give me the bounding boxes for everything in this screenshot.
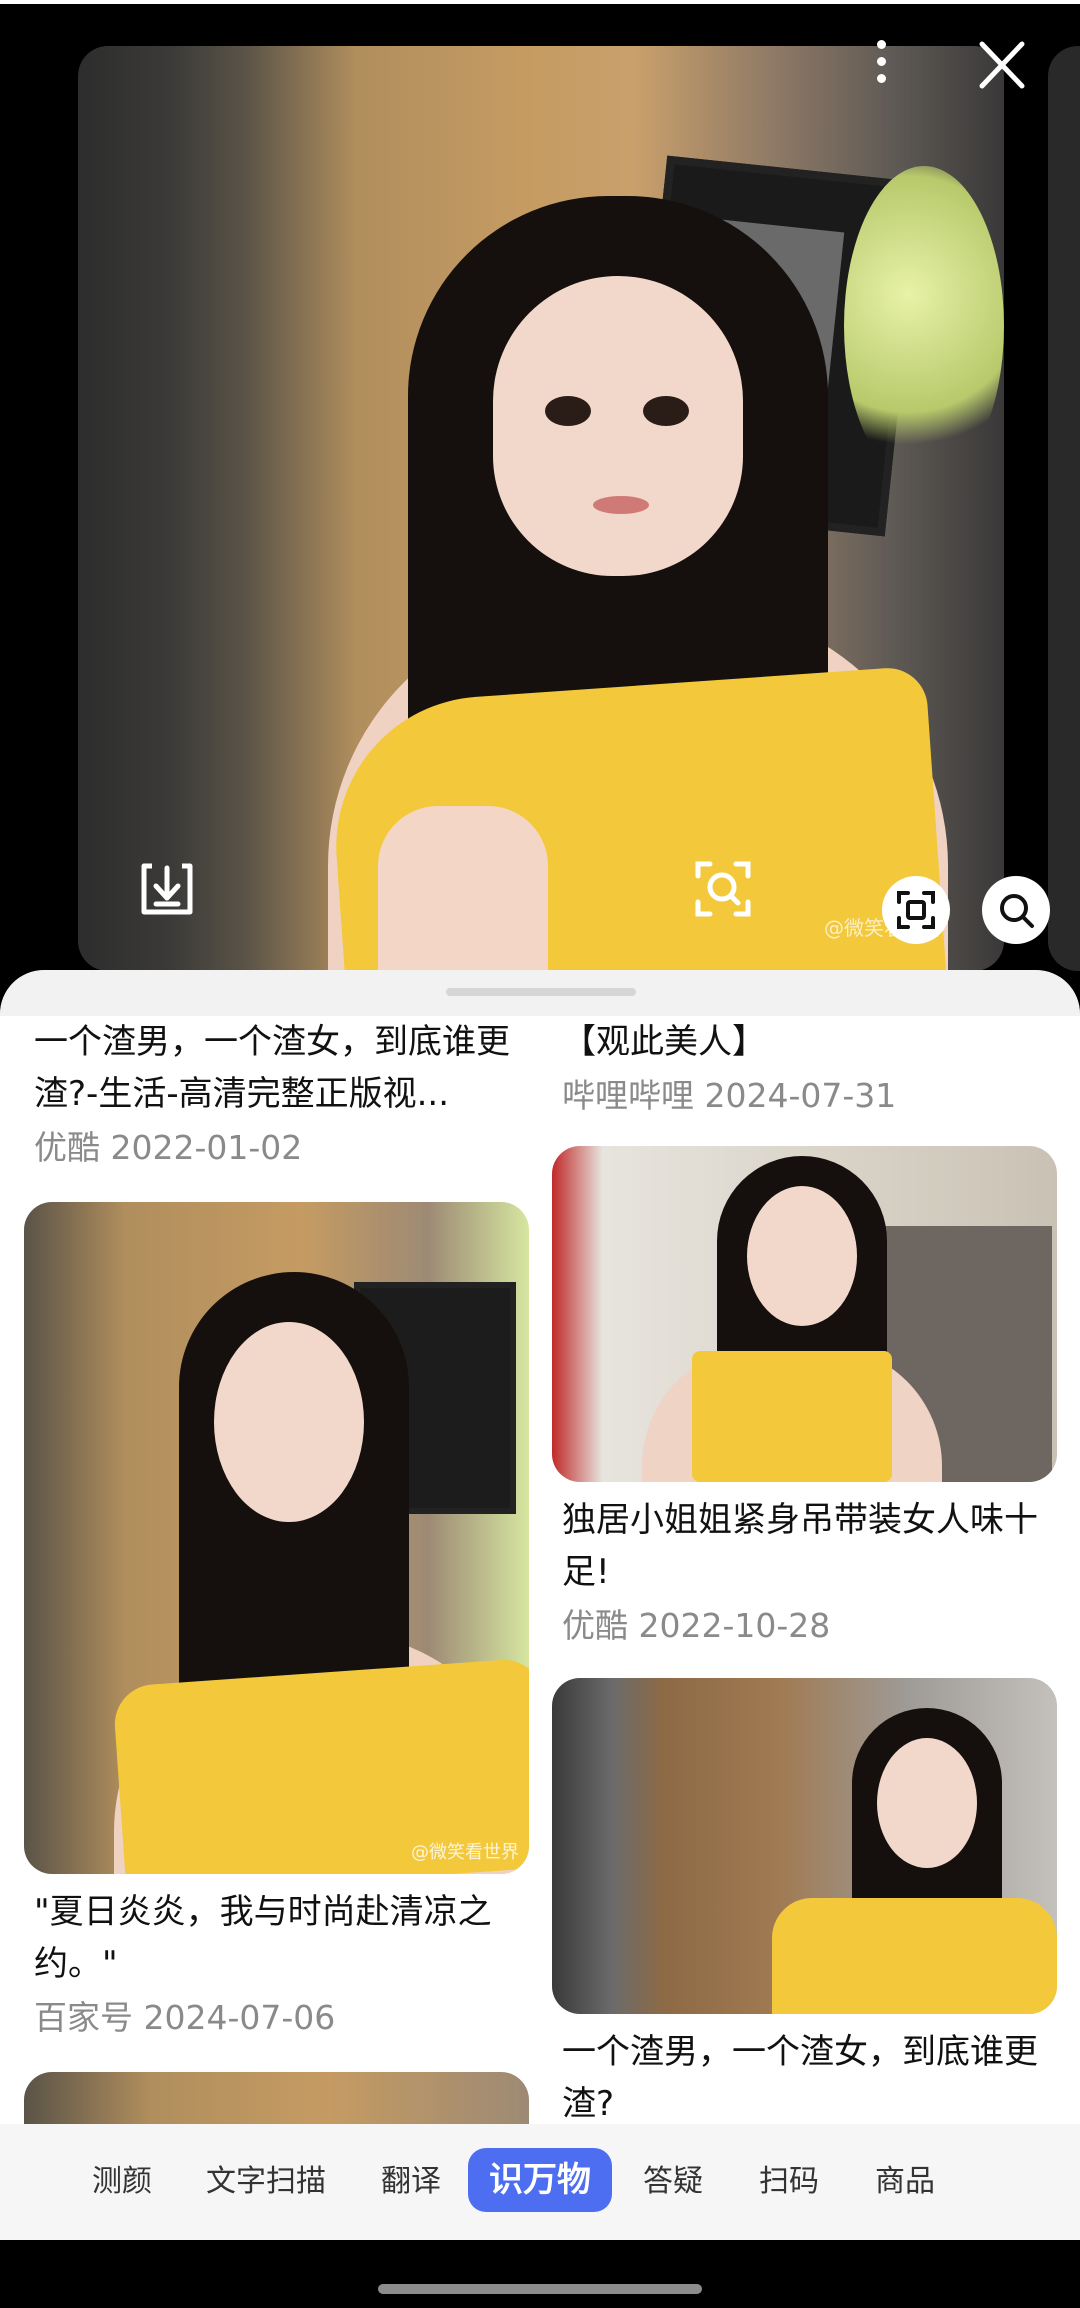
next-image-edge[interactable] [1048, 46, 1080, 971]
image-preview: @微笑看世界 [0, 0, 1080, 1000]
result-thumbnail[interactable] [552, 1678, 1057, 2014]
result-card[interactable]: @微笑看世界 "夏日炎炎，我与时尚赴清凉之约。" 百家号 2024-07-06 [24, 1202, 529, 2042]
status-line [0, 0, 1080, 4]
result-title: 独居小姐姐紧身吊带装女人味十足! [562, 1500, 1038, 1592]
result-date: 2022-10-28 [638, 1606, 831, 1645]
tab-identify-all[interactable]: 识万物 [468, 2148, 612, 2212]
result-source: 优酷 [562, 1606, 628, 1645]
result-source: 优酷 [34, 1128, 100, 1167]
tab-scan-code[interactable]: 扫码 [744, 2154, 834, 2210]
result-meta: 百家号 2024-07-06 [34, 1994, 519, 2042]
flowers [844, 166, 1004, 486]
tab-face-score[interactable]: 测颜 [76, 2154, 168, 2210]
result-title: 【观此美人】 [562, 1022, 766, 1062]
result-card[interactable]: 一个渣男，一个渣女，到底谁更渣?-生活-高清完整正版视... 优酷 2022-0… [24, 1016, 529, 1172]
result-card[interactable]: 【观此美人】 哔哩哔哩 2024-07-31 [552, 1016, 1057, 1120]
mode-tab-bar: 测颜 文字扫描 翻译 识万物 答疑 扫码 商品 [0, 2124, 1080, 2240]
result-title: 一个渣男，一个渣女，到底谁更渣? [562, 2032, 1038, 2124]
close-icon[interactable] [972, 38, 1032, 92]
result-meta: 优酷 2022-01-02 [34, 1124, 519, 1172]
search-icon [1000, 894, 1034, 928]
search-button[interactable] [982, 876, 1050, 944]
result-date: 2024-07-31 [704, 1076, 897, 1115]
result-thumbnail[interactable]: @微笑看世界 [24, 1202, 529, 1874]
result-date: 2024-07-06 [143, 1998, 336, 2037]
crop-select-button[interactable] [882, 876, 950, 944]
figure-face [493, 276, 743, 576]
result-thumbnail[interactable] [552, 1146, 1057, 1482]
result-source: 百家号 [34, 1998, 133, 2037]
result-card[interactable]: 独居小姐姐紧身吊带装女人味十足! 优酷 2022-10-28 [552, 1146, 1057, 1650]
system-nav-bar [0, 2240, 1080, 2308]
download-icon[interactable] [138, 860, 196, 918]
more-vertical-icon[interactable] [866, 40, 896, 94]
figure-hand [378, 806, 548, 971]
home-gesture-bar[interactable] [378, 2284, 702, 2294]
preview-image[interactable]: @微笑看世界 [78, 46, 1004, 971]
results-column-right: 【观此美人】 哔哩哔哩 2024-07-31 独居小姐姐紧身吊带装女人味十足! … [552, 1016, 1057, 2124]
results-column-left: 一个渣男，一个渣女，到底谁更渣?-生活-高清完整正版视... 优酷 2022-0… [24, 1016, 529, 2124]
results-sheet[interactable]: 一个渣男，一个渣女，到底谁更渣?-生活-高清完整正版视... 优酷 2022-0… [0, 970, 1080, 2124]
tab-answer[interactable]: 答疑 [628, 2154, 718, 2210]
drag-handle[interactable] [446, 988, 636, 996]
result-meta: 哔哩哔哩 2024-07-31 [562, 1072, 1047, 1120]
tab-products[interactable]: 商品 [860, 2154, 950, 2210]
lens-scan-icon[interactable] [694, 860, 752, 918]
result-source: 哔哩哔哩 [562, 1076, 694, 1115]
result-title: 一个渣男，一个渣女，到底谁更渣?-生活-高清完整正版视... [34, 1022, 510, 1114]
result-thumbnail[interactable] [24, 2072, 529, 2124]
result-date: 2022-01-02 [110, 1128, 303, 1167]
thumbnail-watermark: @微笑看世界 [411, 1842, 519, 1863]
tab-text-scan[interactable]: 文字扫描 [196, 2154, 336, 2210]
result-meta: 优酷 2022-10-28 [562, 1602, 1047, 1650]
crop-icon [897, 891, 935, 929]
result-card[interactable]: 一个渣男，一个渣女，到底谁更渣? [552, 1678, 1057, 2124]
tab-translate[interactable]: 翻译 [366, 2154, 456, 2210]
result-title: "夏日炎炎，我与时尚赴清凉之约。" [34, 1892, 492, 1984]
